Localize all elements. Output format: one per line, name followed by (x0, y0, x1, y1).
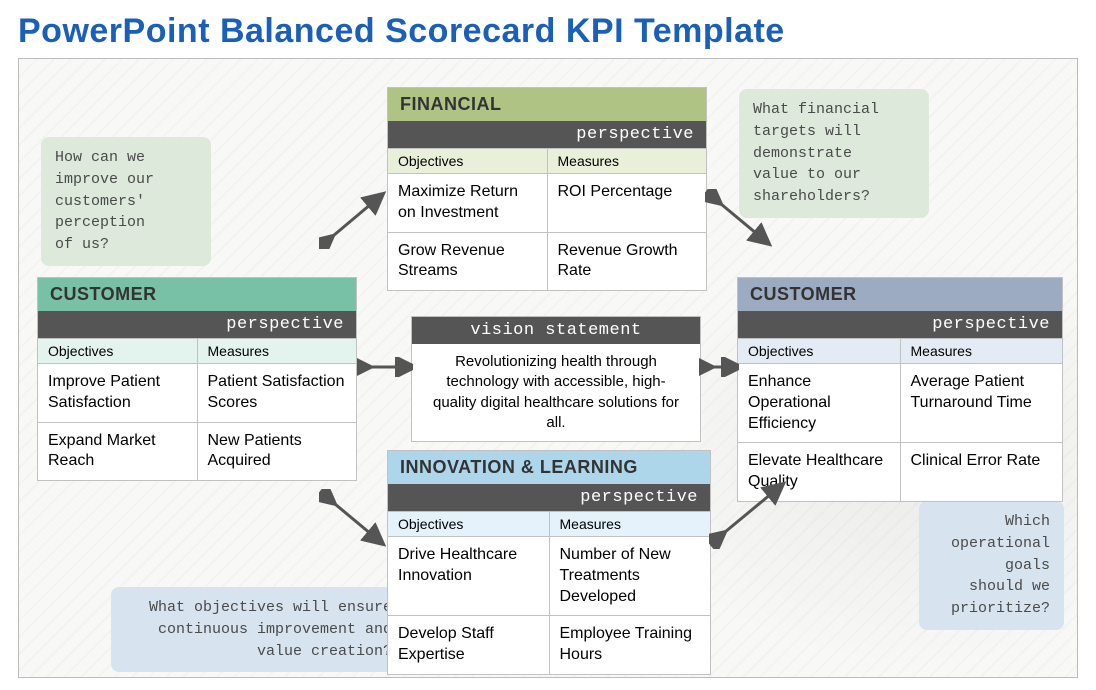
vision-statement: vision statement Revolutionizing health … (411, 316, 701, 442)
col-measures: Measures (900, 338, 1063, 363)
arrow-icon (319, 489, 389, 549)
perspective-label: perspective (738, 311, 1062, 338)
perspective-label: perspective (38, 311, 356, 338)
objective-cell: Grow Revenue Streams (388, 232, 547, 291)
card-financial-title: FINANCIAL (388, 88, 706, 121)
measure-cell: ROI Percentage (547, 173, 707, 232)
col-measures: Measures (547, 148, 707, 173)
objective-cell: Improve Patient Satisfaction (38, 363, 197, 422)
measure-cell: New Patients Acquired (197, 422, 357, 481)
measure-cell: Revenue Growth Rate (547, 232, 707, 291)
col-objectives: Objectives (738, 338, 900, 363)
arrow-icon (699, 357, 739, 377)
note-customer-question: How can we improve our customers' percep… (41, 137, 211, 266)
perspective-label: perspective (388, 121, 706, 148)
objective-cell: Enhance Operational Efficiency (738, 363, 900, 442)
col-objectives: Objectives (388, 511, 549, 536)
page-title: PowerPoint Balanced Scorecard KPI Templa… (0, 0, 1096, 59)
arrow-icon (319, 189, 389, 249)
note-internal-question: Which operational goals should we priori… (919, 501, 1064, 630)
measure-cell: Patient Satisfaction Scores (197, 363, 357, 422)
objective-cell: Expand Market Reach (38, 422, 197, 481)
card-innovation: INNOVATION & LEARNING perspective Object… (387, 450, 711, 675)
scorecard-canvas: How can we improve our customers' percep… (18, 58, 1078, 678)
col-measures: Measures (549, 511, 711, 536)
col-measures: Measures (197, 338, 357, 363)
arrow-icon (357, 357, 413, 377)
perspective-label: perspective (388, 484, 710, 511)
objective-cell: Elevate Healthcare Quality (738, 442, 900, 501)
card-financial: FINANCIAL perspective Objectives Measure… (387, 87, 707, 291)
measure-cell: Average Patient Turnaround Time (900, 363, 1063, 442)
objective-cell: Drive Healthcare Innovation (388, 536, 549, 615)
col-objectives: Objectives (388, 148, 547, 173)
objective-cell: Maximize Return on Investment (388, 173, 547, 232)
note-innovation-question: What objectives will ensure continuous i… (111, 587, 406, 672)
note-financial-question: What financial targets will demonstrate … (739, 89, 929, 218)
card-customer-left-title: CUSTOMER (38, 278, 356, 311)
vision-body: Revolutionizing health through technolog… (412, 344, 700, 441)
col-objectives: Objectives (38, 338, 197, 363)
measure-cell: Number of New Treatments Developed (549, 536, 711, 615)
card-innovation-title: INNOVATION & LEARNING (388, 451, 710, 484)
card-customer-right: CUSTOMER perspective Objectives Measures… (737, 277, 1063, 502)
vision-header: vision statement (412, 317, 700, 344)
measure-cell: Employee Training Hours (549, 615, 711, 674)
card-customer-right-title: CUSTOMER (738, 278, 1062, 311)
card-customer-left: CUSTOMER perspective Objectives Measures… (37, 277, 357, 481)
objective-cell: Develop Staff Expertise (388, 615, 549, 674)
measure-cell: Clinical Error Rate (900, 442, 1063, 501)
